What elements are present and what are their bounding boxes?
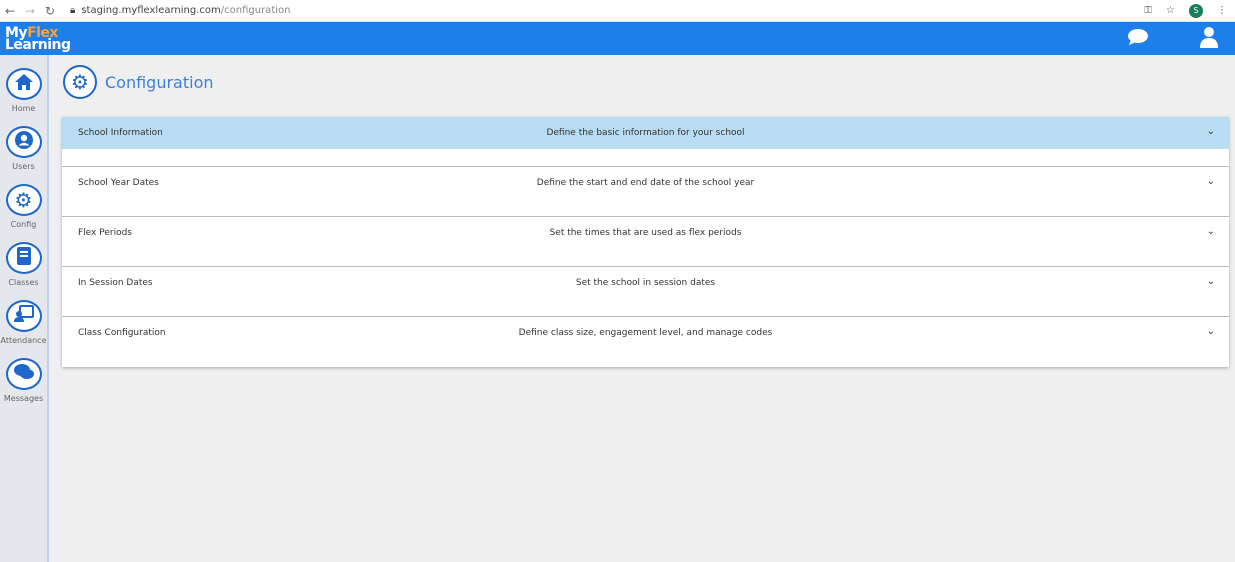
configuration-accordion: School Information Define the basic infor… xyxy=(62,117,1229,367)
section-description: Set the school in session dates xyxy=(575,278,716,288)
messages-icon xyxy=(13,363,35,385)
key-icon[interactable]: ⚿ xyxy=(1144,5,1152,16)
chevron-down-icon[interactable]: ⌄ xyxy=(1207,176,1215,187)
logo[interactable]: MyFlex Learning xyxy=(5,26,71,52)
presentation-icon xyxy=(13,305,34,327)
accordion-class-configuration[interactable]: Class Configuration Define class size, en… xyxy=(62,317,1229,367)
page-header: ⚙ Configuration xyxy=(63,65,214,99)
accordion-in-session-dates[interactable]: In Session Dates Set the school in sessio… xyxy=(62,267,1229,317)
menu-icon[interactable]: ⋮ xyxy=(1217,5,1227,16)
reload-icon[interactable]: ↻ xyxy=(40,4,60,18)
sidebar-item-messages[interactable]: Messages xyxy=(0,358,47,403)
gear-icon: ⚙ xyxy=(14,188,33,212)
app-header: MyFlex Learning xyxy=(0,22,1235,55)
lock-icon: 🔒︎ xyxy=(70,5,76,16)
section-description: Define class size, engagement level, and… xyxy=(518,328,773,338)
chevron-down-icon[interactable]: ⌄ xyxy=(1207,326,1215,337)
accordion-school-information[interactable]: School Information Define the basic infor… xyxy=(62,117,1229,167)
page-title: Configuration xyxy=(105,72,214,92)
home-icon xyxy=(14,73,34,95)
chevron-down-icon[interactable]: ⌄ xyxy=(1207,126,1215,137)
browser-toolbar: ← → ↻ 🔒︎ staging.myflexlearning.com/conf… xyxy=(0,0,1235,22)
url-path: /configuration xyxy=(220,5,291,16)
sidebar-item-home[interactable]: Home xyxy=(0,68,47,113)
accordion-flex-periods[interactable]: Flex Periods Set the times that are used … xyxy=(62,217,1229,267)
profile-avatar[interactable]: S xyxy=(1189,3,1203,18)
sidebar-item-classes[interactable]: Classes xyxy=(0,242,47,287)
address-bar[interactable]: 🔒︎ staging.myflexlearning.com/configurat… xyxy=(70,5,290,16)
accordion-school-year-dates[interactable]: School Year Dates Define the start and en… xyxy=(62,167,1229,217)
section-description: Define the start and end date of the sch… xyxy=(536,178,755,188)
user-icon[interactable] xyxy=(1199,26,1219,52)
star-icon[interactable]: ☆ xyxy=(1166,5,1175,16)
chevron-down-icon[interactable]: ⌄ xyxy=(1207,276,1215,287)
sidebar-item-config[interactable]: ⚙ Config xyxy=(0,184,47,229)
section-description: Define the basic information for your sc… xyxy=(546,128,745,138)
user-circle-icon xyxy=(14,130,34,154)
sidebar: Home Users ⚙ Config Classes Attendance Me… xyxy=(0,55,49,562)
gear-icon: ⚙ xyxy=(71,70,89,94)
chevron-down-icon[interactable]: ⌄ xyxy=(1207,226,1215,237)
forward-icon[interactable]: → xyxy=(20,4,40,18)
chat-icon[interactable] xyxy=(1127,28,1149,50)
book-icon xyxy=(16,246,32,270)
sidebar-item-users[interactable]: Users xyxy=(0,126,47,171)
section-description: Set the times that are used as flex peri… xyxy=(549,228,742,238)
sidebar-item-attendance[interactable]: Attendance xyxy=(0,300,47,345)
url-host: staging.myflexlearning.com xyxy=(81,5,221,16)
back-icon[interactable]: ← xyxy=(0,4,20,18)
